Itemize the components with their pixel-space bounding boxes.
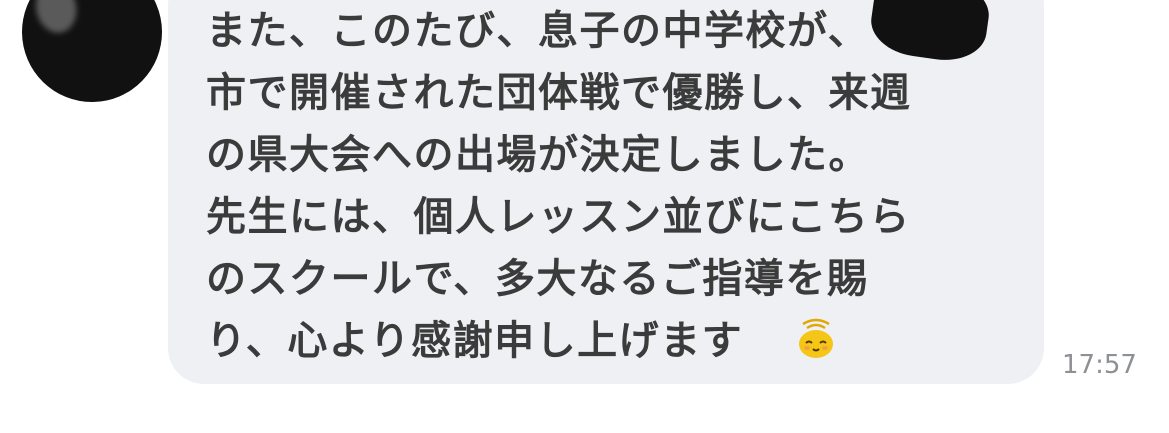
chat-area: また、このたび、息子の中学校が、 市で開催された団体戦で優勝し、来週 の県大会へ… <box>0 0 1169 433</box>
avatar-highlight <box>31 0 81 37</box>
message-text: また、このたび、息子の中学校が、 市で開催された団体戦で優勝し、来週 の県大会へ… <box>206 8 912 364</box>
message-timestamp: 17:57 <box>1062 350 1137 380</box>
avatar[interactable] <box>8 0 176 116</box>
bowing-face-emoji-icon <box>799 318 833 358</box>
